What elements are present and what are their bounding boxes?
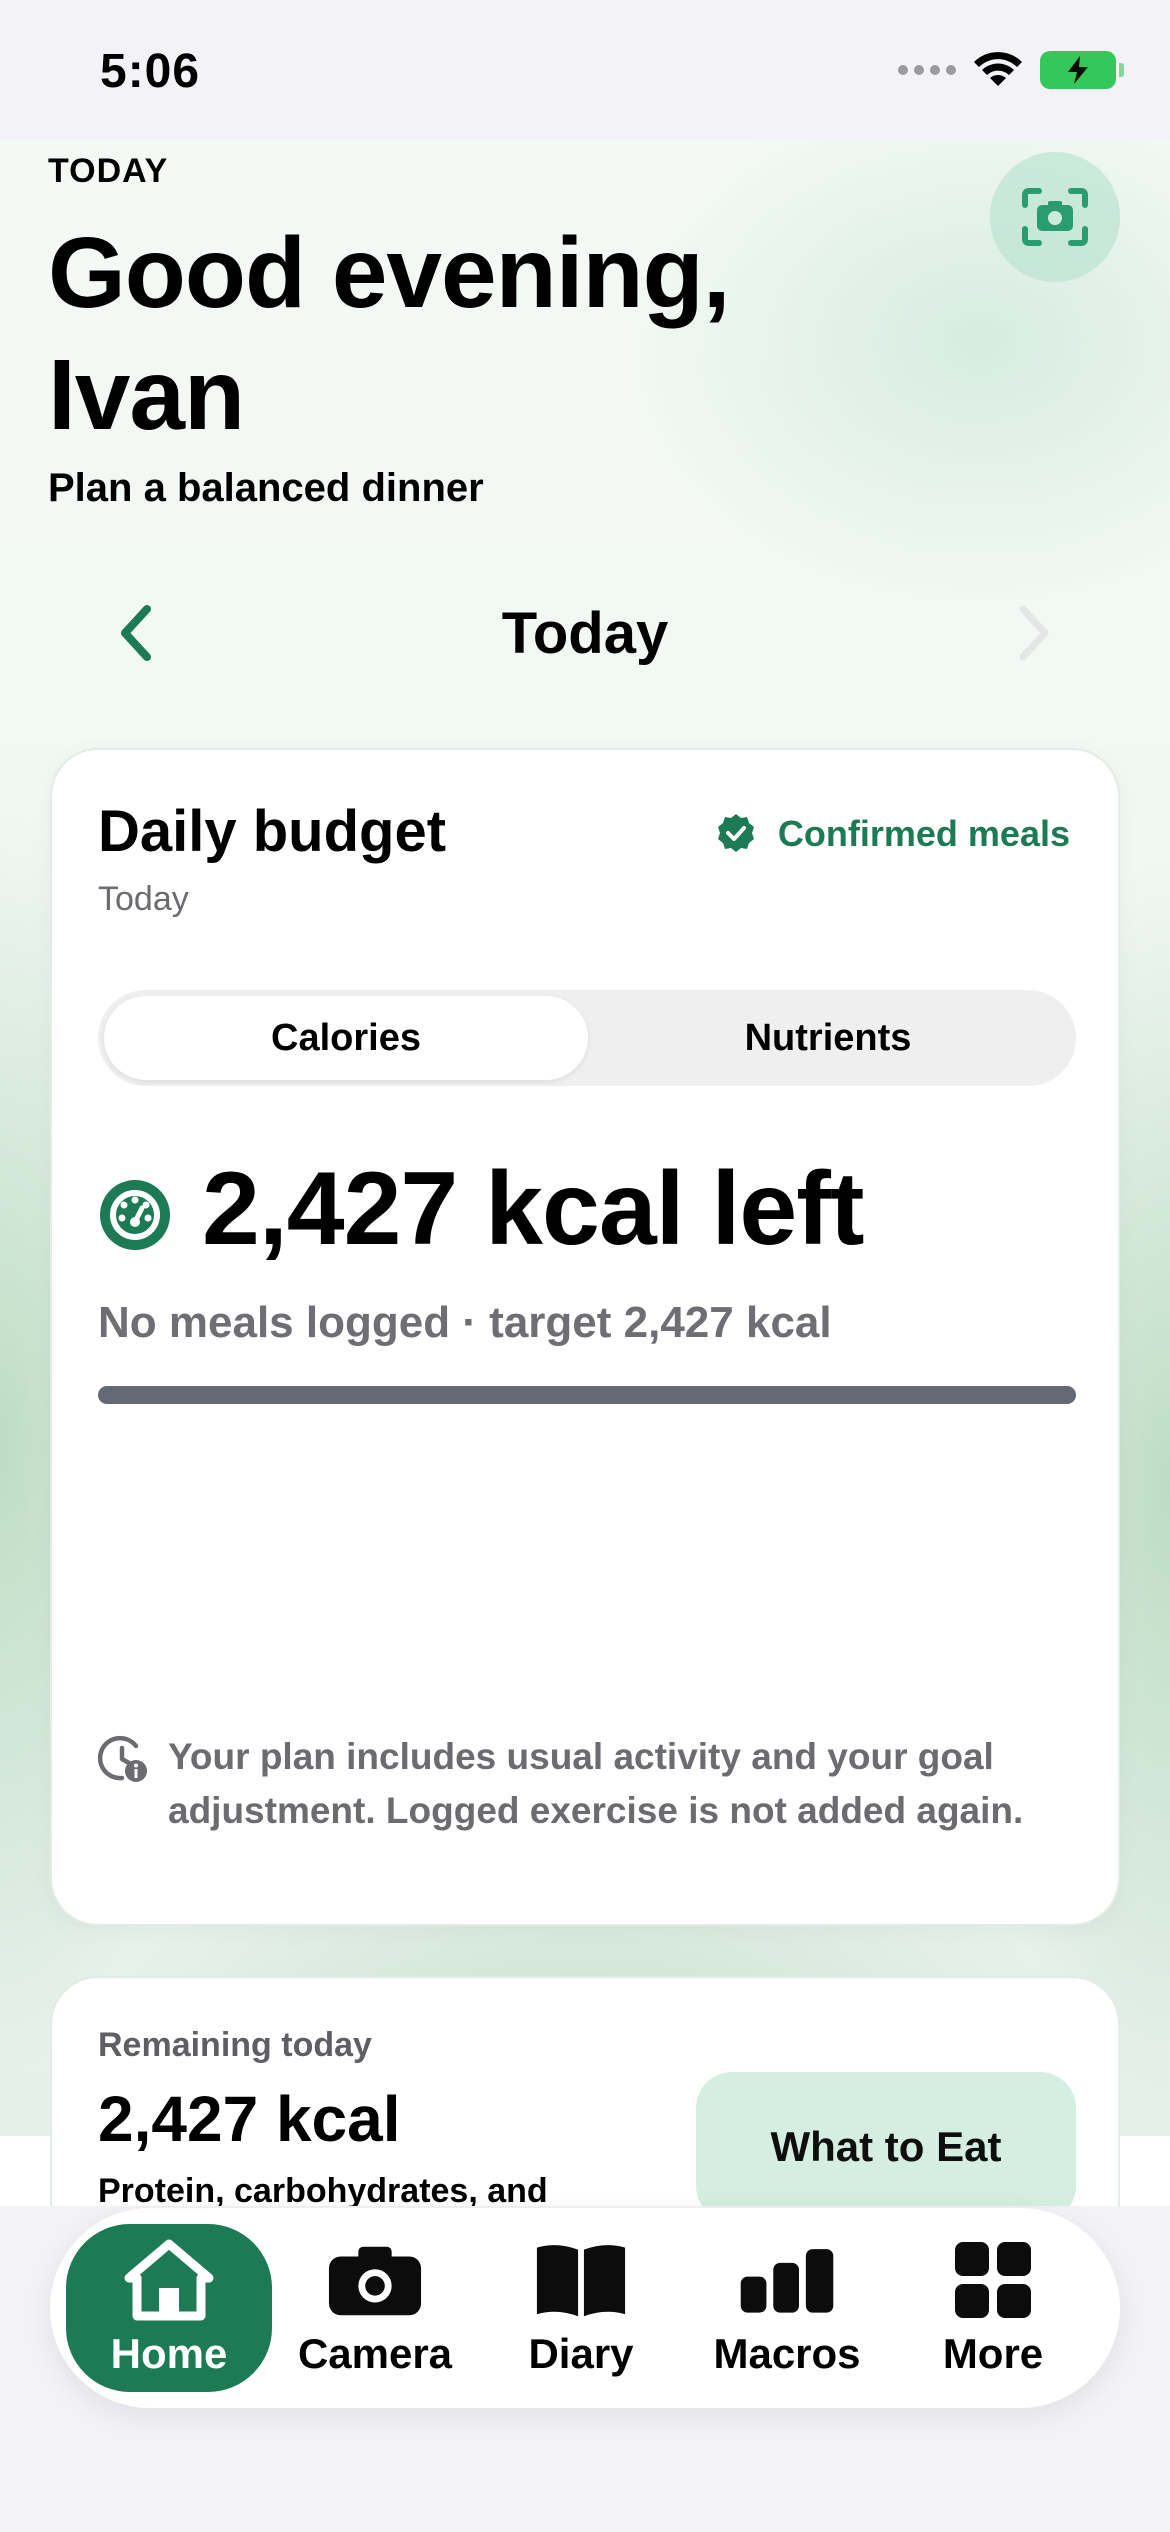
status-indicators bbox=[898, 50, 1124, 90]
tab-more[interactable]: More bbox=[890, 2224, 1096, 2392]
confirmed-meals-badge[interactable]: Confirmed meals bbox=[714, 812, 1070, 856]
battery-icon bbox=[1040, 51, 1124, 89]
tab-label: Diary bbox=[528, 2330, 634, 2377]
daily-budget-card: Daily budget Today Confirmed meals Calor… bbox=[50, 748, 1120, 1926]
verified-check-icon bbox=[717, 814, 754, 852]
greeting-subtitle: Plan a balanced dinner bbox=[48, 466, 484, 510]
camera-icon bbox=[327, 2238, 423, 2322]
greeting-title: Good evening, Ivan bbox=[48, 217, 730, 451]
camera-scan-icon bbox=[1022, 188, 1088, 246]
home-icon bbox=[121, 2238, 217, 2322]
clock-info-icon bbox=[98, 1735, 147, 1782]
plan-info-text: Your plan includes usual activity and yo… bbox=[168, 1736, 1024, 1831]
grid-icon bbox=[945, 2238, 1041, 2322]
calories-left-value: 2,427 kcal left bbox=[202, 1151, 864, 1267]
tab-diary[interactable]: Diary bbox=[478, 2224, 684, 2392]
segment-nutrients[interactable]: Nutrients bbox=[586, 996, 1070, 1080]
confirmed-meals-label: Confirmed meals bbox=[777, 813, 1070, 854]
cellular-signal-icon bbox=[898, 65, 956, 75]
tab-macros[interactable]: Macros bbox=[684, 2224, 890, 2392]
what-to-eat-button[interactable]: What to Eat bbox=[696, 2072, 1076, 2222]
remaining-label: Remaining today bbox=[98, 2026, 372, 2064]
day-navigator: Today bbox=[0, 590, 1170, 680]
bar-chart-icon bbox=[739, 2238, 835, 2322]
remaining-value: 2,427 kcal bbox=[98, 2083, 401, 2155]
status-time: 5:06 bbox=[100, 45, 201, 98]
calorie-progress-bar bbox=[98, 1386, 1076, 1404]
card-title: Daily budget bbox=[98, 799, 447, 864]
scan-food-button[interactable] bbox=[990, 152, 1120, 282]
tab-label: Macros bbox=[713, 2330, 861, 2377]
status-bar: 5:06 bbox=[0, 0, 1170, 140]
tab-label: Camera bbox=[297, 2330, 453, 2377]
chevron-right-icon bbox=[1019, 605, 1049, 661]
gauge-icon bbox=[100, 1180, 170, 1250]
metric-segmented-control: Calories Nutrients bbox=[98, 990, 1076, 1086]
wifi-icon bbox=[974, 52, 1022, 86]
selected-day-title: Today bbox=[501, 601, 669, 666]
bottom-tab-bar: Home Camera Diary Macros More bbox=[50, 2208, 1120, 2408]
charging-bolt-icon bbox=[1068, 56, 1088, 84]
book-icon bbox=[533, 2238, 629, 2322]
page-eyebrow: TODAY bbox=[48, 152, 169, 190]
tab-label: More bbox=[942, 2330, 1044, 2377]
tab-home[interactable]: Home bbox=[66, 2224, 272, 2392]
tab-camera[interactable]: Camera bbox=[272, 2224, 478, 2392]
card-subtitle: Today bbox=[98, 880, 189, 918]
calories-meta: No meals logged · target 2,427 kcal bbox=[98, 1298, 832, 1347]
segment-calories[interactable]: Calories bbox=[104, 996, 588, 1080]
tab-label: Home bbox=[110, 2330, 228, 2377]
next-day-button[interactable] bbox=[1000, 598, 1070, 668]
plan-info-note: Your plan includes usual activity and yo… bbox=[98, 1730, 1078, 1838]
